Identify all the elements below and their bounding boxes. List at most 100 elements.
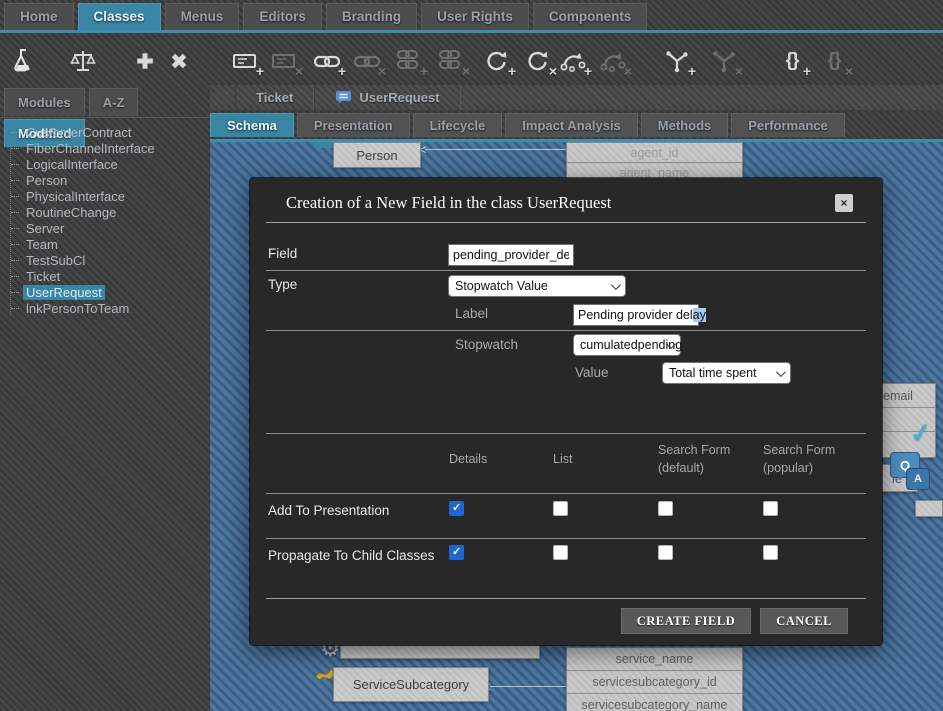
close-icon[interactable]: × [835, 194, 853, 212]
sidebar-item-routinechange[interactable]: RoutineChange [11, 204, 210, 220]
sidebar-item-physicalinterface[interactable]: PhysicalInterface [11, 188, 210, 204]
tree-connector-icon [11, 180, 19, 181]
check-icon: ✓ [908, 417, 934, 451]
propagate-details-checkbox[interactable] [449, 545, 464, 560]
tab-performance[interactable]: Performance [731, 113, 844, 137]
tree-connector-icon [11, 292, 19, 293]
field-input[interactable] [448, 244, 574, 266]
field-row[interactable]: email [877, 384, 935, 408]
stopwatch-select[interactable]: cumulatedpending [573, 334, 681, 356]
column-header-search-default: Search Form (default) [658, 441, 756, 477]
tab-impact-analysis[interactable]: Impact Analysis [505, 113, 638, 137]
delete-link-icon[interactable]: × [352, 44, 382, 78]
sidebar-tabs: ModulesA-ZModified [0, 85, 210, 118]
column-header-list: List [553, 450, 651, 468]
propagate-search-popular-checkbox[interactable] [763, 545, 778, 560]
tab-schema[interactable]: Schema [210, 113, 294, 137]
add-presentation-list-checkbox[interactable] [553, 501, 568, 516]
tab-classes[interactable]: Classes [78, 3, 161, 30]
tab-methods[interactable]: Methods [641, 113, 728, 137]
tab-home[interactable]: Home [4, 3, 74, 30]
test-flask-icon[interactable] [8, 44, 38, 78]
delete-field-icon[interactable]: × [269, 44, 299, 78]
delete-lifecycle-icon[interactable]: × [598, 44, 628, 78]
propagate-list-checkbox[interactable] [553, 545, 568, 560]
tab-presentation[interactable]: Presentation [297, 113, 410, 137]
create-field-button[interactable]: CREATE FIELD [621, 608, 752, 634]
tree-connector-icon [11, 196, 19, 197]
divider [266, 538, 866, 539]
delete-relation-icon[interactable]: × [709, 44, 739, 78]
sidebar-item-testsubcl[interactable]: TestSubCl [11, 252, 210, 268]
add-field-icon[interactable]: + [230, 44, 260, 78]
tab-menus[interactable]: Menus [165, 3, 240, 30]
service-fields-stack[interactable]: service_name servicesubcategory_id servi… [566, 647, 743, 711]
column-header-search-popular: Search Form (popular) [763, 441, 861, 477]
tab-components[interactable]: Components [533, 3, 648, 30]
tree-connector-icon [11, 148, 19, 149]
person-class-box[interactable]: Person [333, 142, 421, 168]
tree-connector-icon [11, 260, 19, 261]
tab-modules[interactable]: Modules [4, 88, 85, 116]
doc-tab-userrequest[interactable]: UserRequest [314, 85, 460, 110]
add-class-icon[interactable]: + [482, 44, 512, 78]
propagate-label: Propagate To Child Classes [268, 548, 434, 563]
tab-lifecycle[interactable]: Lifecycle [413, 113, 503, 137]
add-relation-icon[interactable]: + [662, 44, 692, 78]
top-navigation: HomeClassesMenusEditorsBrandingUser Righ… [0, 0, 943, 33]
chat-bubble-icon [335, 90, 352, 105]
add-presentation-details-checkbox[interactable] [449, 501, 464, 516]
add-link-icon[interactable]: + [312, 44, 342, 78]
label-input[interactable]: Pending provider delay [573, 304, 699, 326]
add-presentation-search-default-checkbox[interactable] [658, 501, 673, 516]
add-plus-icon[interactable] [130, 44, 160, 78]
sidebar-item-logicalinterface[interactable]: LogicalInterface [11, 156, 210, 172]
type-select[interactable]: Stopwatch Value [448, 275, 626, 297]
partial-box[interactable] [915, 500, 943, 517]
delete-class-icon[interactable]: × [523, 44, 553, 78]
tab-a-z[interactable]: A-Z [89, 88, 139, 116]
sidebar-item-person[interactable]: Person [11, 172, 210, 188]
tree-connector-icon [11, 228, 19, 229]
add-lifecycle-icon[interactable]: + [558, 44, 588, 78]
new-field-dialog: Creation of a New Field in the class Use… [250, 178, 882, 645]
add-method-icon[interactable]: {} + [777, 44, 807, 78]
add-linkset-icon[interactable]: + [394, 44, 424, 78]
delete-method-icon[interactable]: {} × [819, 44, 849, 78]
partial-bar-box[interactable] [340, 645, 540, 659]
tree-connector-icon [11, 132, 19, 133]
cancel-button[interactable]: CANCEL [760, 608, 848, 634]
add-presentation-search-popular-checkbox[interactable] [763, 501, 778, 516]
compare-scales-icon[interactable] [68, 44, 98, 78]
qa-badge-icon: Q A [890, 452, 932, 498]
designer-app: HomeClassesMenusEditorsBrandingUser Righ… [0, 0, 943, 711]
propagate-search-default-checkbox[interactable] [658, 545, 673, 560]
tab-user-rights[interactable]: User Rights [421, 3, 529, 30]
class-tree: CustomerContract FiberChannelInterface L… [10, 124, 210, 316]
agent-fields-stack[interactable]: agent_id agent_name [566, 142, 743, 183]
sidebar-item-lnkpersontoteam[interactable]: lnkPersonToTeam [11, 300, 210, 316]
value-select[interactable]: Total time spent [662, 362, 791, 384]
doc-tab-ticket[interactable]: Ticket [235, 85, 314, 110]
servicesubcategory-class-box[interactable]: ServiceSubcategory [333, 667, 489, 702]
dialog-title: Creation of a New Field in the class Use… [286, 193, 611, 213]
sidebar-item-server[interactable]: Server [11, 220, 210, 236]
field-row[interactable]: service_name [567, 648, 742, 671]
open-class-tabs: Ticket UserRequest [210, 85, 943, 111]
tab-editors[interactable]: Editors [243, 3, 322, 30]
label-label: Label [455, 306, 488, 321]
divider [266, 493, 866, 494]
sidebar-item-team[interactable]: Team [11, 236, 210, 252]
sidebar-item-userrequest[interactable]: UserRequest [11, 284, 210, 300]
sidebar-item-ticket[interactable]: Ticket [11, 268, 210, 284]
tab-branding[interactable]: Branding [326, 3, 417, 30]
delete-cross-icon[interactable] [164, 44, 194, 78]
field-row[interactable]: servicesubcategory_id [567, 671, 742, 694]
field-row[interactable]: agent_id [567, 143, 742, 163]
field-row[interactable]: servicesubcategory_name [567, 694, 742, 711]
toolbar: + × + × + × + × [0, 36, 943, 85]
delete-linkset-icon[interactable]: × [436, 44, 466, 78]
sidebar-item-fiberchannelinterface[interactable]: FiberChannelInterface [11, 140, 210, 156]
relation-line [490, 686, 566, 687]
sidebar-item-customercontract[interactable]: CustomerContract [11, 124, 210, 140]
